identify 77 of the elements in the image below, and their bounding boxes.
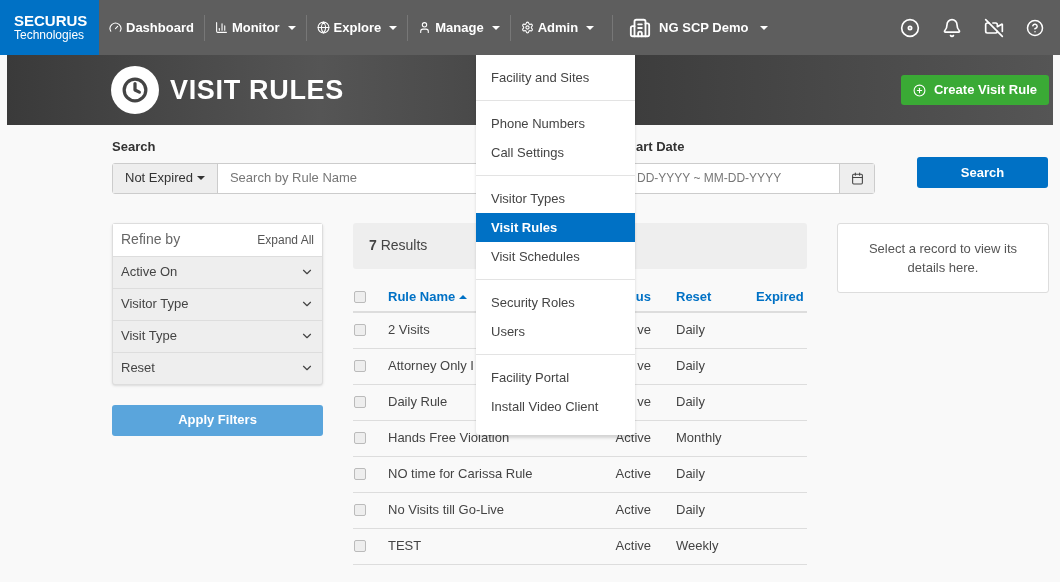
table-cell-text: Daily: [676, 357, 705, 376]
nav-menu-item[interactable]: Dashboard: [99, 17, 204, 38]
help-icon[interactable]: [1026, 18, 1044, 37]
nav-menu-item[interactable]: Admin: [510, 17, 605, 38]
filter-group[interactable]: Visit Type: [113, 319, 322, 352]
refine-title: Refine by: [121, 230, 181, 249]
table-cell-text: 2 Visits: [388, 321, 430, 340]
disc-icon[interactable]: [900, 17, 920, 38]
table-cell-text: ve: [637, 357, 651, 376]
checkbox[interactable]: [354, 540, 366, 552]
table-cell-text: ve: [637, 321, 651, 340]
table-cell-text: Daily: [676, 321, 705, 340]
search-label: Search: [112, 138, 156, 156]
checkbox[interactable]: [354, 432, 366, 444]
table-cell-text: Attorney Only I: [388, 357, 474, 376]
user-icon: [418, 21, 432, 34]
nav-menu-item[interactable]: Explore: [306, 17, 408, 38]
facility-selector[interactable]: NG SCP Demo: [613, 16, 785, 39]
column-header[interactable]: us: [635, 286, 651, 307]
table-cell-text: Active: [615, 501, 651, 520]
table-cell-text: TEST: [388, 537, 422, 556]
plus-icon: [912, 83, 926, 97]
filter-group[interactable]: Reset: [113, 351, 322, 384]
menu-item[interactable]: Users: [476, 317, 635, 346]
menu-item[interactable]: Security Roles: [476, 288, 635, 317]
building-icon: [629, 16, 652, 39]
table-cell-text: Daily: [676, 393, 705, 412]
table-cell-text: Daily: [676, 501, 705, 520]
menu-item[interactable]: Visitor Types: [476, 184, 635, 213]
menu-item[interactable]: Phone Numbers: [476, 109, 635, 138]
clock-icon: [111, 66, 159, 114]
results-count: 7 Results: [369, 236, 428, 255]
column-header[interactable]: Rule Name: [388, 286, 468, 307]
column-header[interactable]: Expired: [756, 286, 804, 307]
logo-text: SECURUS: [14, 13, 85, 29]
nav-menu-item[interactable]: Monitor: [204, 17, 306, 38]
checkbox[interactable]: [354, 360, 366, 372]
menu-item[interactable]: Visit Rules: [476, 213, 635, 242]
table-cell-text: Hands Free Violation: [388, 429, 510, 448]
checkbox[interactable]: [354, 504, 366, 516]
table-cell-text: Monthly: [676, 429, 722, 448]
table-cell-text: Daily: [676, 465, 705, 484]
table-cell-text: Active: [615, 429, 651, 448]
menu-item[interactable]: Visit Schedules: [476, 242, 635, 271]
date-label: art Date: [635, 138, 686, 156]
nav-menu-item[interactable]: Manage: [408, 17, 510, 38]
menu-item[interactable]: Facility and Sites: [476, 63, 635, 92]
video-off-icon[interactable]: [984, 17, 1004, 38]
table-cell-text: NO time for Carissa Rule: [388, 465, 533, 484]
table-cell-text: Weekly: [676, 537, 719, 556]
expand-all-link[interactable]: Expand All: [257, 230, 314, 249]
table-cell-text: No Visits till Go-Live: [388, 501, 505, 520]
checkbox[interactable]: [354, 324, 366, 336]
table-cell-text: ve: [637, 393, 651, 412]
details-hint: Select a record to view its details here.: [867, 239, 1019, 277]
checkbox[interactable]: [354, 468, 366, 480]
bell-icon[interactable]: [942, 17, 962, 38]
filter-group[interactable]: Active On: [113, 255, 322, 288]
menu-item[interactable]: Call Settings: [476, 138, 635, 167]
bar-chart-icon: [214, 21, 228, 34]
checkbox[interactable]: [354, 290, 366, 303]
filter-group[interactable]: Visitor Type: [113, 287, 322, 320]
globe-icon: [316, 21, 330, 34]
settings-icon: [520, 21, 534, 34]
table-cell-text: Daily Rule: [388, 393, 448, 412]
gauge-icon: [109, 21, 122, 34]
column-header[interactable]: Reset: [676, 286, 712, 307]
page-title: VISIT RULES: [170, 73, 344, 107]
menu-item[interactable]: Facility Portal: [476, 363, 635, 392]
logo[interactable]: SECURUS Technologies: [0, 0, 99, 55]
logo-subtext: Technologies: [14, 29, 85, 42]
search-button[interactable]: Search: [917, 157, 1048, 188]
table-cell-text: Active: [615, 465, 651, 484]
table-cell-text: Active: [615, 537, 651, 556]
menu-item[interactable]: Install Video Client: [476, 392, 635, 421]
checkbox[interactable]: [354, 396, 366, 408]
caret-icon: [760, 25, 769, 30]
